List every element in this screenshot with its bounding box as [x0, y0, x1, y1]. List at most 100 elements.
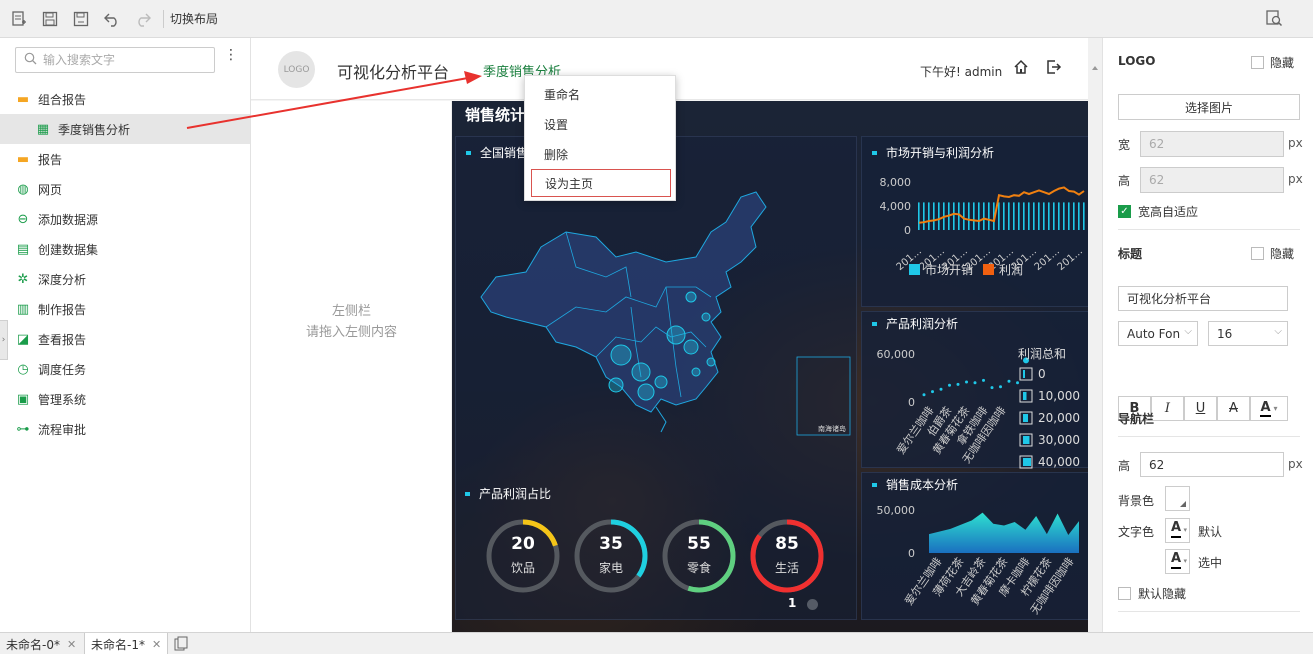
save-as-icon[interactable]	[70, 8, 92, 30]
sidebar-item-label: 组合报告	[38, 92, 87, 107]
title-input[interactable]: 可视化分析平台	[1118, 286, 1288, 311]
bar	[983, 202, 985, 230]
ring-label: 生活	[774, 561, 799, 575]
bar	[1003, 202, 1005, 230]
sidebar-item[interactable]: ▬ 组合报告	[0, 84, 250, 114]
strikethrough-button[interactable]: A	[1217, 396, 1250, 421]
canvas-scrollbar[interactable]	[1088, 38, 1102, 632]
bar	[1038, 202, 1040, 230]
menu-item-delete[interactable]: 删除	[525, 140, 677, 168]
pager-number[interactable]: 1	[788, 596, 796, 610]
bar	[1048, 202, 1050, 230]
property-panel: LOGO 隐藏 选择图片 宽 62 px 高 62 px ✓ 宽高自适应 标题 …	[1102, 38, 1313, 632]
sidebar-item[interactable]: ▦ 季度销售分析	[0, 114, 250, 144]
search-input[interactable]	[43, 53, 203, 67]
title-section-label: 标题	[1118, 247, 1143, 261]
sidebar-item-label: 调度任务	[38, 362, 87, 377]
legend-swatch	[983, 264, 994, 275]
legend-swatch-fill	[1023, 370, 1025, 378]
bg-color-picker[interactable]	[1165, 486, 1190, 511]
legend-swatch	[1019, 367, 1033, 381]
more-menu-icon[interactable]: ⋮	[224, 48, 238, 62]
italic-button[interactable]: I	[1151, 396, 1184, 421]
font-color-button[interactable]: A ▾	[1250, 396, 1288, 421]
chevron-down-icon: ⌵	[1274, 326, 1282, 337]
width-input[interactable]: 62	[1140, 131, 1284, 157]
sidebar-item[interactable]: ✲ 深度分析	[0, 264, 250, 294]
preview-icon[interactable]	[1265, 9, 1283, 31]
close-icon[interactable]: ✕	[67, 638, 76, 651]
sidebar-item[interactable]: ▤ 创建数据集	[0, 234, 250, 264]
left-sidebar: ⋮ ▬ 组合报告 ▦ 季度销售分析 ▬ 报告 ◍ 网页 ⊖ 添加数据源 ▤ 创建数据集 ✲ 深度分析 ▥ 制作…	[0, 38, 251, 632]
doc-tab-0[interactable]: 未命名-0* ✕	[0, 633, 82, 654]
folder-icon: ▬	[16, 151, 30, 167]
y-tick-label: 60,000	[877, 348, 916, 361]
bar	[918, 202, 920, 230]
logo[interactable]: LOGO	[278, 51, 315, 88]
underline-button[interactable]: U	[1184, 396, 1217, 421]
choose-image-button[interactable]: 选择图片	[1118, 94, 1300, 120]
context-menu: 重命名 设置 删除 设为主页	[524, 75, 676, 201]
auto-fit-checkbox[interactable]: ✓	[1118, 205, 1131, 218]
pager-dot[interactable]	[807, 599, 818, 610]
new-tab-icon[interactable]	[174, 636, 188, 654]
menu-item-rename[interactable]: 重命名	[525, 80, 677, 108]
undo-icon[interactable]	[101, 8, 123, 30]
menu-item-set-homepage[interactable]: 设为主页	[531, 169, 671, 197]
dataset-icon: ▤	[16, 241, 30, 257]
save-icon[interactable]	[39, 8, 61, 30]
default-hide-checkbox[interactable]	[1118, 587, 1131, 600]
divider	[1118, 611, 1300, 612]
sidebar-item[interactable]: ◍ 网页	[0, 174, 250, 204]
bar	[1078, 202, 1080, 230]
bar	[978, 202, 980, 230]
sidebar-item-label: 创建数据集	[38, 242, 99, 257]
page-title[interactable]: 可视化分析平台	[337, 59, 449, 83]
font-size-select[interactable]: 16 ⌵	[1208, 321, 1288, 346]
logo-hide-checkbox[interactable]	[1251, 56, 1264, 69]
sidebar-item[interactable]: ▥ 制作报告	[0, 294, 250, 324]
left-pane-hint: 左侧栏 请拖入左侧内容	[251, 301, 452, 343]
redo-icon[interactable]	[132, 8, 154, 30]
text-color-glyph: A	[1171, 520, 1182, 538]
collapse-sidebar-handle[interactable]: ›	[0, 320, 8, 360]
text-color-selected-picker[interactable]: A ▾	[1165, 549, 1190, 574]
title-hide-checkbox[interactable]	[1251, 247, 1264, 260]
height-input[interactable]: 62	[1140, 167, 1284, 193]
analysis-icon: ✲	[17, 271, 29, 287]
legend-label: 40,000	[1038, 455, 1080, 469]
font-family-select[interactable]: Auto Fon ⌵	[1118, 321, 1198, 346]
sidebar-item[interactable]: ▬ 报告	[0, 144, 250, 174]
sidebar-item[interactable]: ▣ 管理系统	[0, 384, 250, 414]
bar	[923, 202, 925, 230]
nav-height-unit: px	[1288, 457, 1303, 471]
chevron-down-icon: ▾	[1273, 404, 1278, 413]
search-box[interactable]	[15, 47, 215, 73]
font-family-value: Auto Fon	[1127, 326, 1181, 341]
y-tick-label: 0	[904, 224, 911, 237]
close-icon[interactable]: ✕	[152, 638, 161, 651]
sidebar-item[interactable]: ◷ 调度任务	[0, 354, 250, 384]
south-sea-label: 南海诸岛	[818, 424, 846, 433]
nav-height-input[interactable]: 62	[1140, 452, 1284, 477]
bar	[988, 202, 990, 230]
bar	[1068, 202, 1070, 230]
logout-icon[interactable]	[1046, 59, 1062, 79]
y-tick-label: 0	[908, 547, 915, 560]
sidebar-item[interactable]: ⊖ 添加数据源	[0, 204, 250, 234]
sidebar-item[interactable]: ◪ 查看报告	[0, 324, 250, 354]
switch-layout-button[interactable]: 切换布局	[170, 10, 218, 27]
left-pane-dropzone[interactable]: 左侧栏 请拖入左侧内容	[251, 101, 452, 632]
bar	[1043, 202, 1045, 230]
home-icon[interactable]	[1013, 59, 1029, 79]
doc-tab-1[interactable]: 未命名-1* ✕	[84, 633, 169, 654]
sidebar-item[interactable]: ⊶ 流程审批	[0, 414, 250, 444]
ring-1: 35 家电	[573, 518, 649, 594]
bar	[973, 202, 975, 230]
text-color-glyph: A	[1171, 551, 1182, 569]
new-doc-icon[interactable]	[8, 8, 30, 30]
bar	[1023, 202, 1025, 230]
text-color-default-picker[interactable]: A ▾	[1165, 518, 1190, 543]
menu-item-settings[interactable]: 设置	[525, 110, 677, 138]
globe-icon: ◍	[17, 181, 29, 197]
